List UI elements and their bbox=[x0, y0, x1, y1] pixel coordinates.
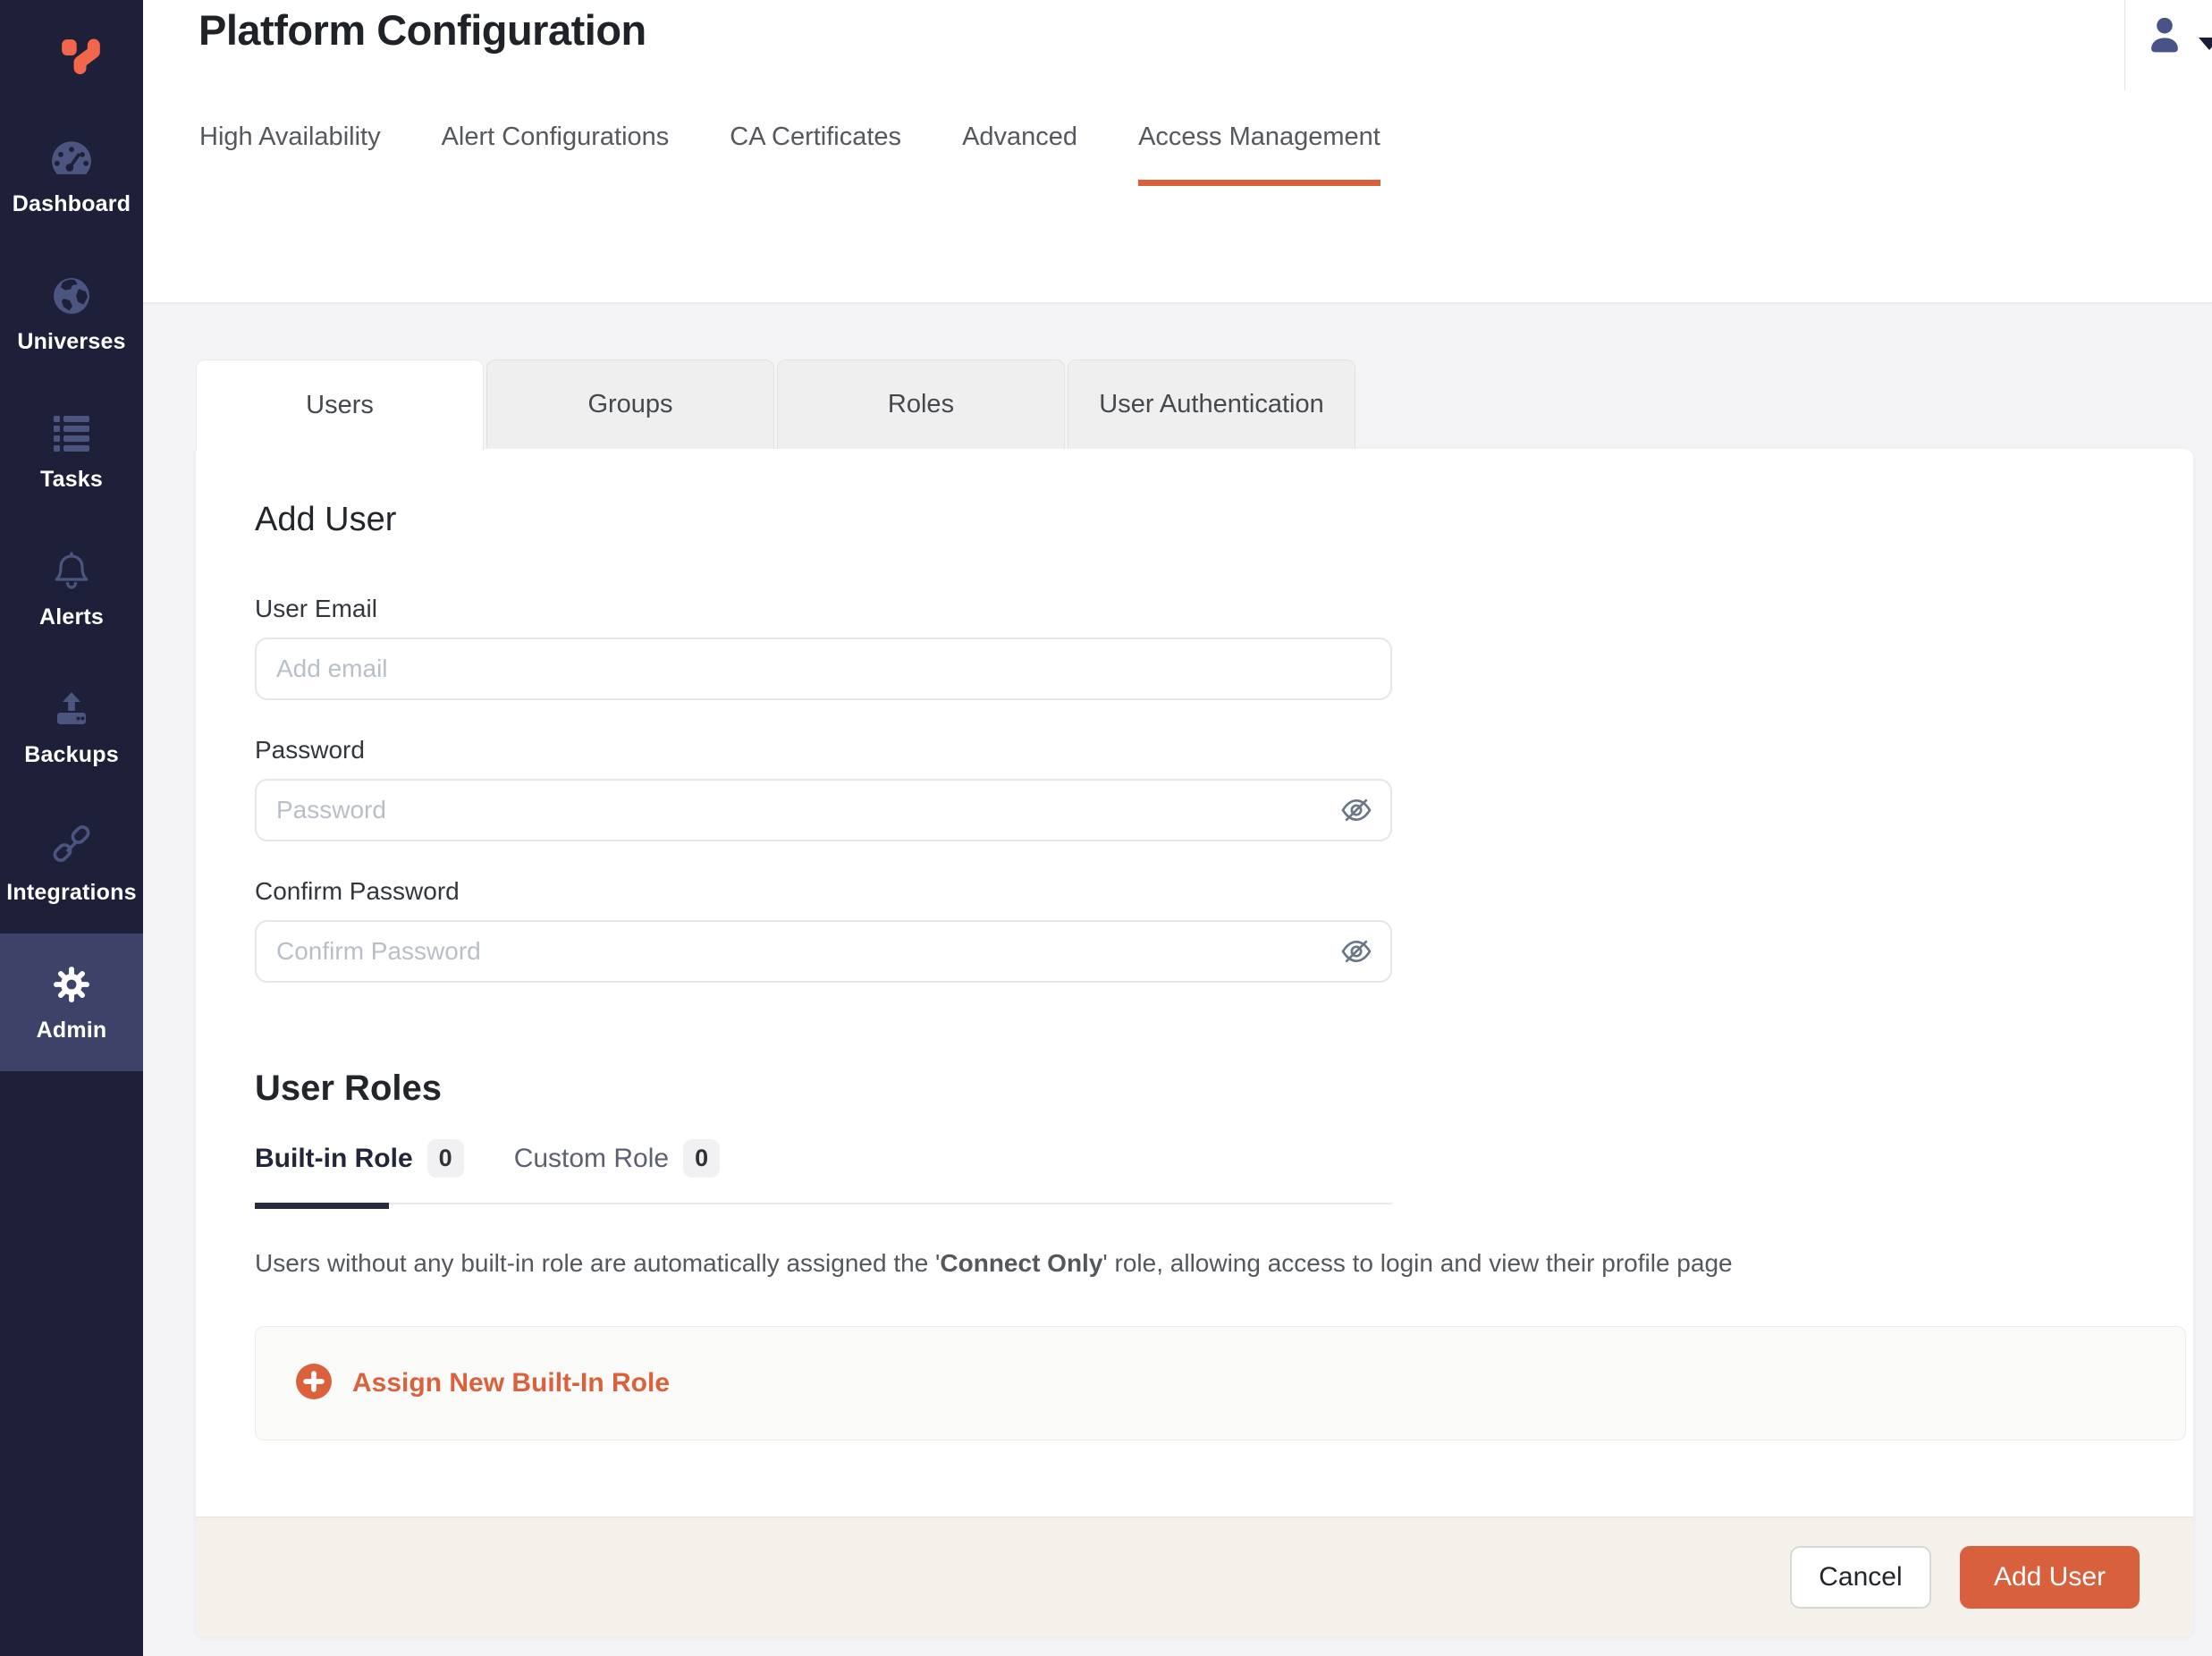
main-content: Users Groups Roles User Authentication A… bbox=[143, 302, 2212, 1656]
admin-gear-icon bbox=[51, 962, 92, 1007]
sidebar-item-label: Universes bbox=[17, 329, 125, 355]
sidebar-item-label: Integrations bbox=[6, 880, 136, 906]
tab-alert-configurations[interactable]: Alert Configurations bbox=[442, 120, 670, 154]
tab-advanced[interactable]: Advanced bbox=[962, 120, 1077, 154]
tab-ca-certificates[interactable]: CA Certificates bbox=[730, 120, 901, 154]
subtab-roles[interactable]: Roles bbox=[777, 359, 1065, 449]
form-footer: Cancel Add User bbox=[196, 1517, 2193, 1636]
user-menu[interactable] bbox=[2124, 0, 2212, 90]
chevron-down-icon bbox=[2199, 38, 2212, 50]
alerts-bell-icon bbox=[50, 549, 93, 594]
add-user-form: Add User User Email Password bbox=[196, 449, 2193, 1517]
assign-button-label: Assign New Built-In Role bbox=[352, 1368, 670, 1398]
main-tabs: High Availability Alert Configurations C… bbox=[199, 120, 1380, 154]
add-user-heading: Add User bbox=[255, 501, 2186, 539]
tab-high-availability[interactable]: High Availability bbox=[199, 120, 381, 154]
subtab-groups[interactable]: Groups bbox=[486, 359, 774, 449]
add-user-button[interactable]: Add User bbox=[1960, 1546, 2140, 1609]
assign-built-in-role-button[interactable]: Assign New Built-In Role bbox=[255, 1326, 2186, 1441]
universes-globe-icon bbox=[51, 274, 92, 318]
sidebar-item-tasks[interactable]: Tasks bbox=[0, 383, 143, 520]
password-field-group: Password bbox=[255, 736, 1392, 841]
confirm-password-field-group: Confirm Password bbox=[255, 877, 1392, 983]
tasks-list-icon bbox=[50, 411, 93, 456]
add-user-card: Add User User Email Password bbox=[196, 449, 2193, 1636]
built-in-role-count-badge: 0 bbox=[427, 1139, 464, 1178]
subtab-users[interactable]: Users bbox=[196, 359, 484, 451]
built-in-role-note: Users without any built-in role are auto… bbox=[255, 1246, 2186, 1281]
page-title: Platform Configuration bbox=[198, 5, 646, 55]
subtab-user-authentication[interactable]: User Authentication bbox=[1068, 359, 1355, 449]
eye-off-icon bbox=[1338, 959, 1374, 972]
confirm-password-label: Confirm Password bbox=[255, 877, 1392, 906]
eye-off-icon bbox=[1338, 817, 1374, 831]
sidebar-nav: Dashboard Universes bbox=[0, 107, 143, 1071]
user-email-label: User Email bbox=[255, 595, 1392, 623]
sidebar-item-alerts[interactable]: Alerts bbox=[0, 520, 143, 658]
password-visibility-toggle[interactable] bbox=[1338, 792, 1374, 828]
sidebar-item-admin[interactable]: Admin bbox=[0, 934, 143, 1071]
access-management-subtabs: Users Groups Roles User Authentication bbox=[196, 359, 1355, 451]
sidebar-item-dashboard[interactable]: Dashboard bbox=[0, 107, 143, 245]
role-tab-label: Built-in Role bbox=[255, 1144, 413, 1174]
integrations-plug-icon bbox=[50, 824, 93, 869]
confirm-password-visibility-toggle[interactable] bbox=[1338, 934, 1374, 969]
password-label: Password bbox=[255, 736, 1392, 765]
sidebar: Dashboard Universes bbox=[0, 0, 143, 1656]
confirm-password-input[interactable] bbox=[255, 920, 1392, 983]
user-email-field-group: User Email bbox=[255, 595, 1392, 700]
user-email-input[interactable] bbox=[255, 638, 1392, 700]
connect-only-role-name: Connect Only bbox=[940, 1249, 1102, 1277]
sidebar-item-integrations[interactable]: Integrations bbox=[0, 796, 143, 934]
yugabyte-logo-icon[interactable] bbox=[0, 0, 143, 97]
sidebar-item-universes[interactable]: Universes bbox=[0, 245, 143, 383]
dashboard-gauge-icon bbox=[49, 136, 94, 181]
sidebar-item-backups[interactable]: Backups bbox=[0, 658, 143, 796]
role-tab-built-in[interactable]: Built-in Role 0 bbox=[255, 1139, 464, 1178]
sidebar-item-label: Admin bbox=[37, 1018, 107, 1043]
backups-upload-icon bbox=[50, 687, 93, 731]
custom-role-count-badge: 0 bbox=[683, 1139, 720, 1178]
topbar: Platform Configuration High Availability… bbox=[143, 0, 2212, 303]
user-avatar-icon bbox=[2145, 14, 2184, 58]
role-tab-label: Custom Role bbox=[514, 1144, 669, 1174]
role-tab-custom[interactable]: Custom Role 0 bbox=[514, 1139, 720, 1178]
role-tabs: Built-in Role 0 Custom Role 0 bbox=[255, 1139, 1392, 1204]
user-roles-heading: User Roles bbox=[255, 1069, 2186, 1109]
sidebar-item-label: Backups bbox=[24, 742, 119, 768]
sidebar-item-label: Alerts bbox=[39, 604, 104, 630]
sidebar-item-label: Tasks bbox=[40, 467, 103, 493]
password-input[interactable] bbox=[255, 779, 1392, 841]
sidebar-item-label: Dashboard bbox=[13, 191, 131, 217]
cancel-button[interactable]: Cancel bbox=[1790, 1546, 1931, 1609]
tab-access-management[interactable]: Access Management bbox=[1138, 120, 1380, 154]
plus-circle-icon bbox=[295, 1363, 333, 1405]
